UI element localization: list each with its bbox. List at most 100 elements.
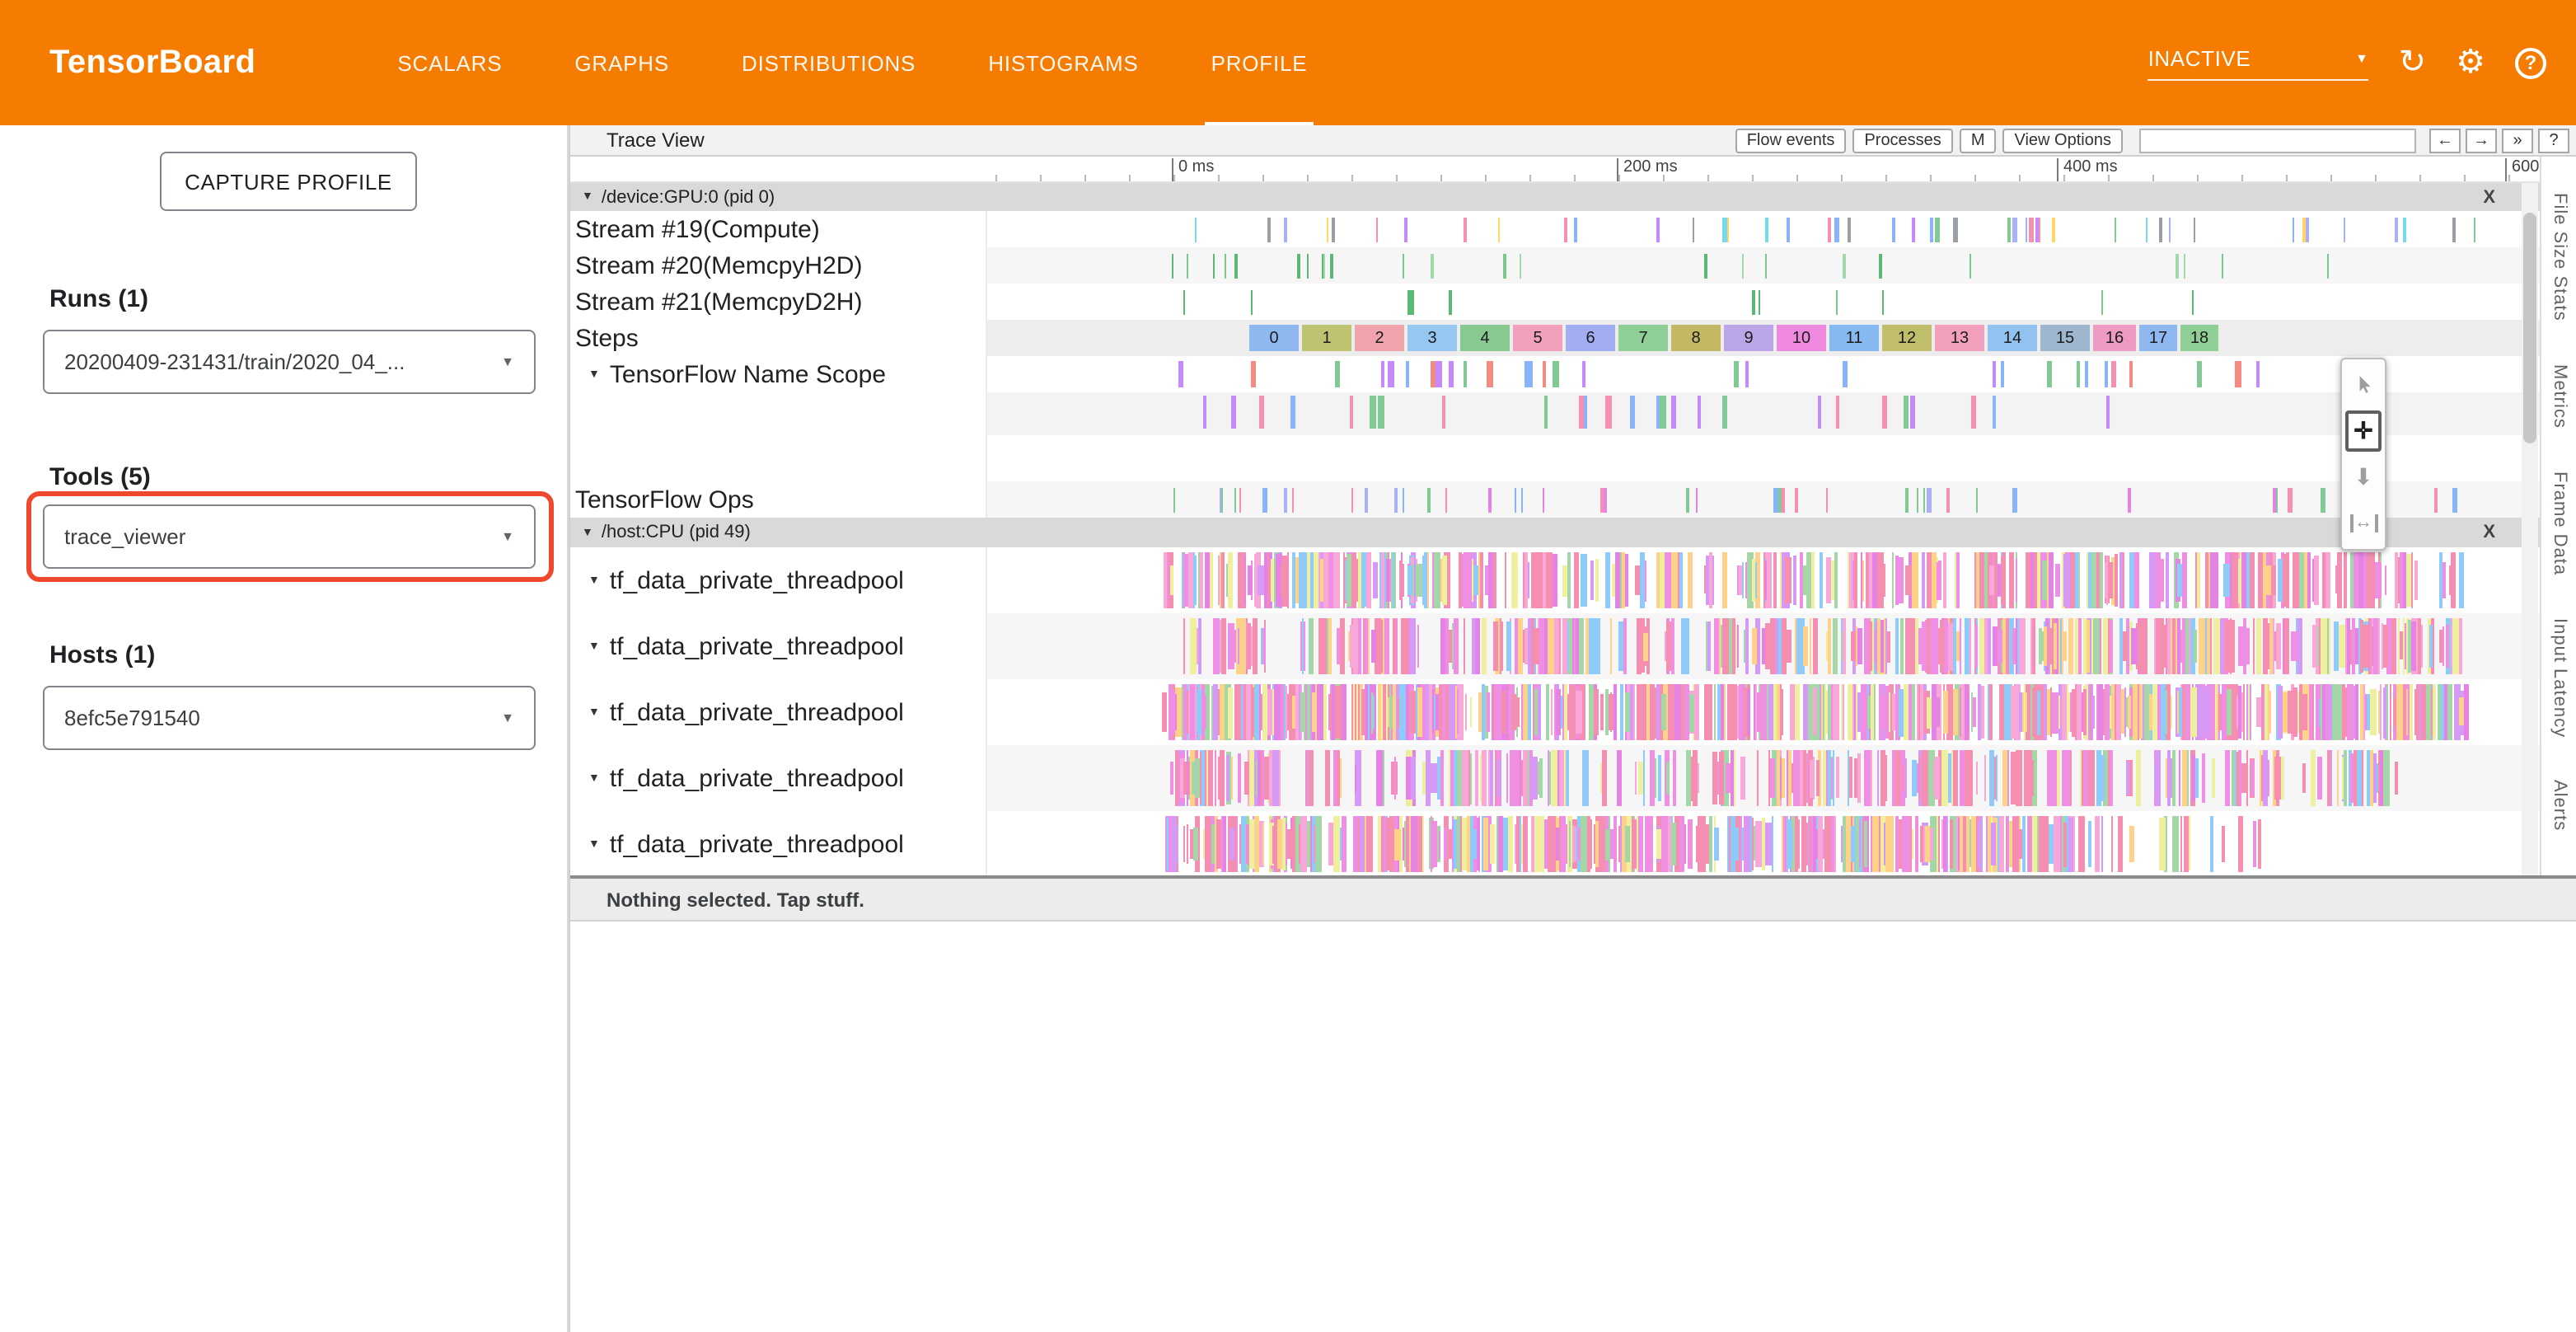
nav-tab[interactable]: PROFILE — [1175, 0, 1344, 125]
timing-icon: ↔ — [2349, 514, 2377, 532]
track-events[interactable] — [987, 679, 2540, 745]
trace-nav-button[interactable]: » — [2502, 128, 2533, 152]
trace-toolbar-button[interactable]: Flow events — [1735, 128, 1847, 152]
pan-tool-button[interactable]: ✛ — [2345, 410, 2382, 452]
trace-nav-buttons: ←→»? — [2429, 128, 2569, 152]
refresh-icon[interactable]: ↻ — [2399, 46, 2427, 79]
nav-tab[interactable]: DISTRIBUTIONS — [705, 0, 952, 125]
ruler-tick-label: 600 — [2505, 158, 2539, 181]
track-row: ▼tf_data_private_threadpool — [570, 745, 2540, 811]
step-block[interactable]: 7 — [1618, 325, 1668, 351]
step-block[interactable]: 4 — [1460, 325, 1510, 351]
step-block[interactable]: 2 — [1355, 325, 1404, 351]
step-block[interactable]: 18 — [2180, 325, 2218, 351]
nav-tab[interactable]: HISTOGRAMS — [952, 0, 1174, 125]
nav-tab-label: DISTRIBUTIONS — [742, 50, 916, 75]
zoom-arrow-icon: ⬇ — [2354, 463, 2372, 491]
step-block[interactable]: 5 — [1513, 325, 1562, 351]
step-block[interactable]: 3 — [1407, 325, 1457, 351]
cpu-section-title: /host:CPU (pid 49) — [602, 523, 751, 542]
track-row: Stream #20(MemcpyH2D) — [570, 247, 2540, 284]
trace-view-title: Trace View — [607, 129, 705, 152]
track-label-empty — [570, 392, 987, 481]
timing-tool-button[interactable]: ↔ — [2345, 503, 2382, 544]
tools-dropdown[interactable]: trace_viewer ▼ — [43, 504, 536, 569]
trace-filter-input[interactable] — [2139, 128, 2416, 152]
side-tab[interactable]: Alerts — [2550, 781, 2569, 832]
step-block[interactable]: 10 — [1777, 325, 1826, 351]
reload-status-dropdown[interactable]: INACTIVE ▼ — [2148, 45, 2369, 80]
collapse-arrow-icon: ▼ — [588, 772, 600, 784]
gpu-section-close-button[interactable]: X — [2483, 187, 2495, 207]
chevron-down-icon: ▼ — [501, 711, 514, 725]
track-label[interactable]: ▼tf_data_private_threadpool — [570, 811, 987, 875]
cpu-section-header[interactable]: ▼ /host:CPU (pid 49) X — [570, 518, 2540, 547]
step-block[interactable]: 6 — [1566, 325, 1615, 351]
capture-profile-button[interactable]: CAPTURE PROFILE — [160, 152, 417, 211]
trace-scrollbar — [2522, 183, 2538, 875]
runs-dropdown[interactable]: 20200409-231431/train/2020_04_... ▼ — [43, 330, 536, 394]
side-tab[interactable]: Frame Data — [2550, 471, 2569, 575]
runs-dropdown-value: 20200409-231431/train/2020_04_... — [64, 349, 405, 374]
track-events[interactable] — [987, 745, 2540, 811]
gpu-section-header[interactable]: ▼ /device:GPU:0 (pid 0) X — [570, 183, 2540, 211]
trace-nav-button[interactable]: ← — [2429, 128, 2461, 152]
top-nav: SCALARS GRAPHS DISTRIBUTIONS HISTOGRAMS … — [361, 0, 1343, 125]
step-block[interactable]: 9 — [1724, 325, 1773, 351]
track-events[interactable] — [987, 547, 2540, 613]
track-events[interactable] — [987, 392, 2540, 481]
trace-scrollbar-thumb[interactable] — [2523, 213, 2536, 443]
track-label[interactable]: ▼TensorFlow Name Scope — [570, 356, 987, 392]
step-block[interactable]: 17 — [2139, 325, 2177, 351]
zoom-tool-button[interactable]: ⬇ — [2345, 457, 2382, 498]
steps-track[interactable]: 0123456789101112131415161718 — [987, 320, 2540, 356]
track-label-text: tf_data_private_threadpool — [610, 830, 904, 858]
trace-toolbar-button[interactable]: M — [1960, 128, 1997, 152]
trace-nav-button[interactable]: → — [2466, 128, 2497, 152]
topbar-right: INACTIVE ▼ ↻ ⚙ ? — [2148, 45, 2546, 80]
trace-tracks-area: ▼ /device:GPU:0 (pid 0) X Stream #19(Com… — [570, 183, 2540, 875]
app-title: TensorBoard — [49, 44, 255, 82]
trace-toolbar-button[interactable]: Processes — [1852, 128, 1952, 152]
step-block[interactable]: 8 — [1671, 325, 1721, 351]
track-label[interactable]: ▼tf_data_private_threadpool — [570, 679, 987, 745]
track-row-steps: Steps 0123456789101112131415161718 — [570, 320, 2540, 356]
step-block[interactable]: 0 — [1249, 325, 1299, 351]
nav-tab[interactable]: GRAPHS — [538, 0, 705, 125]
step-block[interactable]: 16 — [2093, 325, 2136, 351]
track-events[interactable] — [987, 356, 2540, 392]
track-events[interactable] — [987, 211, 2540, 247]
track-events[interactable] — [987, 284, 2540, 320]
track-events[interactable] — [987, 481, 2540, 518]
step-block[interactable]: 12 — [1882, 325, 1932, 351]
selection-status-text: Nothing selected. Tap stuff. — [607, 888, 864, 911]
ruler-tick-label: 200 ms — [1617, 158, 1678, 181]
gpu-section-title: /device:GPU:0 (pid 0) — [602, 187, 775, 207]
cpu-section-close-button[interactable]: X — [2483, 523, 2495, 542]
step-block[interactable]: 1 — [1302, 325, 1351, 351]
trace-toolbar-button[interactable]: View Options — [2003, 128, 2124, 152]
gear-icon[interactable]: ⚙ — [2456, 46, 2485, 79]
step-block[interactable]: 11 — [1829, 325, 1879, 351]
ruler-tick-label: 400 ms — [2057, 158, 2118, 181]
help-icon[interactable]: ? — [2515, 47, 2546, 78]
track-events[interactable] — [987, 247, 2540, 284]
hosts-dropdown[interactable]: 8efc5e791540 ▼ — [43, 686, 536, 750]
track-events[interactable] — [987, 811, 2540, 875]
track-label[interactable]: ▼tf_data_private_threadpool — [570, 547, 987, 613]
side-tab[interactable]: Input Latency — [2550, 618, 2569, 738]
side-tab[interactable]: File Size Stats — [2550, 193, 2569, 321]
nav-tab[interactable]: SCALARS — [361, 0, 538, 125]
trace-nav-button[interactable]: ? — [2538, 128, 2569, 152]
side-tab[interactable]: Metrics — [2550, 364, 2569, 429]
step-block[interactable]: 15 — [2040, 325, 2090, 351]
track-events[interactable] — [987, 613, 2540, 679]
track-label[interactable]: ▼tf_data_private_threadpool — [570, 613, 987, 679]
runs-heading: Runs (1) — [49, 285, 148, 313]
selection-tool-button[interactable] — [2345, 364, 2382, 406]
nav-tab-label: SCALARS — [397, 50, 502, 75]
track-label[interactable]: ▼tf_data_private_threadpool — [570, 745, 987, 811]
step-block[interactable]: 14 — [1988, 325, 2037, 351]
trace-toolbar: Trace View Flow eventsProcesses MView Opt… — [570, 125, 2576, 157]
step-block[interactable]: 13 — [1935, 325, 1984, 351]
